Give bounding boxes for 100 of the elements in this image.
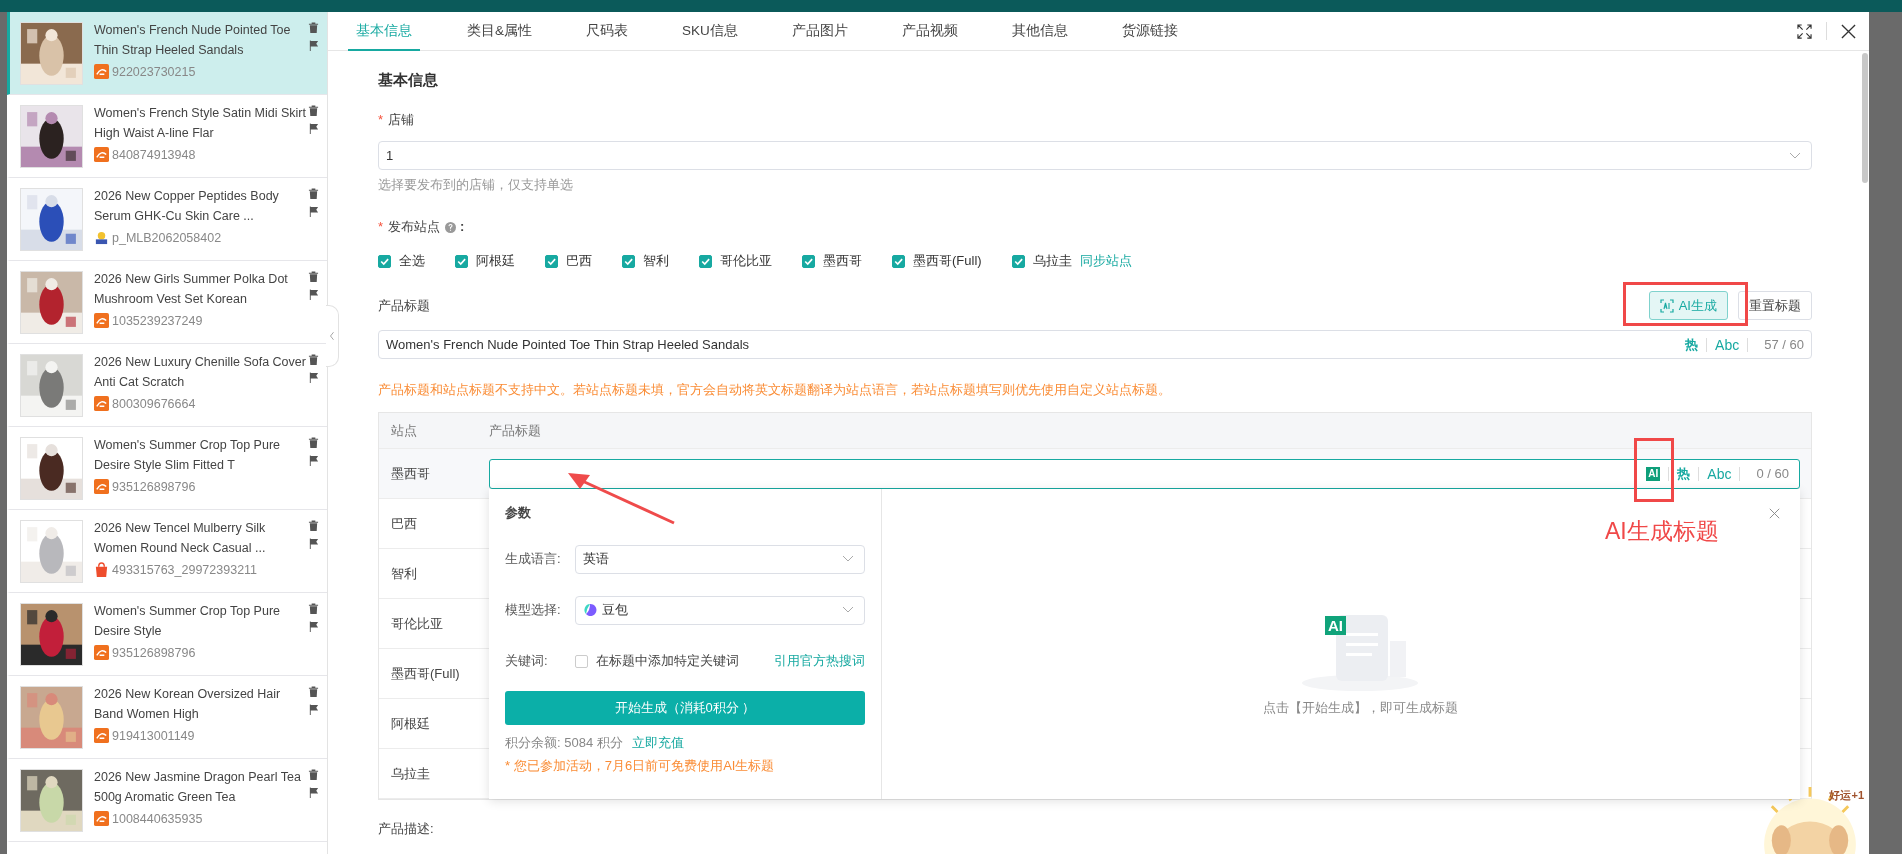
collapse-handle[interactable] — [326, 305, 339, 367]
flag-icon[interactable] — [308, 206, 319, 217]
tab[interactable]: SKU信息 — [675, 12, 745, 51]
product-list-item[interactable]: 2026 New Korean Oversized Hair Band Women High 919413001149 — [7, 676, 327, 759]
flag-icon[interactable] — [308, 455, 319, 466]
product-list-item[interactable]: Women's French Nude Pointed Toe Thin Strap Heeled Sandals 922023730215 — [7, 12, 327, 95]
flag-icon[interactable] — [308, 621, 319, 632]
required-mark: * — [378, 111, 384, 129]
tab[interactable]: 类目&属性 — [460, 12, 539, 51]
fullscreen-icon[interactable] — [1797, 23, 1812, 39]
trash-icon[interactable] — [308, 105, 319, 116]
table-cell-text: 阿根廷 — [390, 714, 431, 733]
trash-icon[interactable] — [308, 354, 319, 365]
field-label: 生成语言: — [505, 550, 562, 568]
sticker-text: 好运+1 — [1829, 788, 1864, 803]
label-colon: : — [460, 218, 465, 236]
product-list-item[interactable]: Women's Summer Crop Top Pure Desire Style Slim Fitted T 935126898796 — [7, 427, 327, 510]
product-id: 1035239237249 — [112, 313, 203, 328]
required-mark: * — [378, 218, 384, 236]
product-list-item[interactable]: 2026 New Luxury Chenille Sofa Cover Anti Cat Scratch 800309676664 — [7, 344, 327, 427]
ai-badge-icon: AI — [1325, 616, 1346, 635]
trash-icon[interactable] — [308, 686, 319, 697]
keyword-checkbox[interactable]: 在标题中添加特定关键词 — [575, 652, 739, 670]
reset-title-button[interactable]: 重置标题 — [1738, 291, 1812, 320]
site-checkbox[interactable]: 阿根廷 — [455, 252, 515, 270]
highlight-frame — [1634, 438, 1674, 502]
ai-scan-icon — [1659, 298, 1674, 313]
tab[interactable]: 产品视频 — [894, 12, 965, 51]
product-id: 919413001149 — [112, 728, 195, 743]
help-icon[interactable] — [445, 221, 457, 233]
trash-icon[interactable] — [308, 769, 319, 780]
swoosh-logo-icon — [94, 479, 109, 494]
trash-icon[interactable] — [308, 437, 319, 448]
flag-icon[interactable] — [308, 40, 319, 51]
tab[interactable]: 货源链接 — [1114, 12, 1185, 51]
swoosh-logo-icon — [94, 811, 109, 826]
annotation-text: AI生成标题 — [1605, 517, 1719, 546]
trash-icon[interactable] — [308, 603, 319, 614]
product-id: 800309676664 — [112, 396, 196, 411]
product-list-item[interactable]: 2026 New Jasmine Dragon Pearl Tea 500g Aromatic Green Tea 1008440635935 — [7, 759, 327, 842]
field-label: 店铺 — [388, 111, 415, 129]
site-checkbox[interactable]: 墨西哥 — [802, 252, 862, 270]
swoosh-logo-icon — [94, 645, 109, 660]
close-icon[interactable] — [1841, 23, 1856, 39]
product-id: 493315763_29972393211 — [112, 562, 258, 577]
flag-icon[interactable] — [308, 123, 319, 134]
swoosh-logo-icon — [94, 64, 109, 79]
trash-icon[interactable] — [308, 188, 319, 199]
table-cell-text: 墨西哥 — [390, 464, 431, 483]
flag-icon[interactable] — [308, 289, 319, 300]
flag-icon[interactable] — [308, 787, 319, 798]
chevron-down-icon — [842, 555, 854, 563]
tab[interactable]: 其他信息 — [1004, 12, 1075, 51]
product-title: 2026 New Tencel Mulberry Silk Women Round Neck Casual ... — [94, 520, 267, 557]
product-title: Women's French Style Satin Midi Skirt High Waist A-line Flar — [94, 105, 307, 142]
shopping-bag-icon — [94, 562, 109, 577]
site-checkbox[interactable]: 智利 — [622, 252, 669, 270]
model-select[interactable]: 豆包 — [575, 595, 865, 625]
field-label: 模型选择: — [505, 601, 562, 619]
swoosh-logo-icon — [94, 728, 109, 743]
tab[interactable]: 尺码表 — [579, 12, 635, 51]
site-checkbox[interactable]: 哥伦比亚 — [699, 252, 772, 270]
tab[interactable]: 产品图片 — [784, 12, 855, 51]
store-select[interactable]: 1 — [378, 141, 1812, 170]
flag-icon[interactable] — [308, 372, 319, 383]
table-cell-text: 巴西 — [390, 514, 418, 533]
product-id: 922023730215 — [112, 64, 196, 79]
trash-icon[interactable] — [308, 520, 319, 531]
swoosh-logo-icon — [94, 396, 109, 411]
product-list-item[interactable]: Women's Summer Crop Top Pure Desire Style 935126898796 — [7, 593, 327, 676]
table-cell-text: 哥伦比亚 — [390, 614, 444, 633]
site-checkbox[interactable]: 全选 — [378, 252, 425, 270]
product-list-item[interactable]: 2026 New Tencel Mulberry Silk Women Round Neck Casual ... 493315763_29972393211 — [7, 510, 327, 593]
field-label: 产品描述: — [378, 820, 435, 838]
table-cell-text: 智利 — [390, 564, 418, 583]
product-id: p_MLB2062058402 — [112, 230, 222, 245]
product-title: Women's Summer Crop Top Pure Desire Style — [94, 603, 282, 640]
promo-notice: * 您已参加活动，7月6日前可免费使用AI生标题 — [505, 757, 776, 775]
site-checkbox[interactable]: 乌拉圭 — [1011, 252, 1072, 270]
product-id: 935126898796 — [112, 479, 196, 494]
site-checkbox[interactable]: 墨西哥(Full) — [892, 252, 982, 270]
scrollbar[interactable] — [1862, 53, 1868, 183]
product-title: 2026 New Luxury Chenille Sofa Cover Anti Cat Scratch — [94, 354, 307, 391]
flag-icon[interactable] — [308, 704, 319, 715]
product-list-item[interactable]: Women's French Style Satin Midi Skirt High Waist A-line Flar 840874913948 — [7, 95, 327, 178]
section-title: 基本信息 — [378, 70, 439, 90]
product-title: Women's French Nude Pointed Toe Thin Strap Heeled Sandals — [94, 22, 292, 59]
trash-icon[interactable] — [308, 271, 319, 282]
table-cell-text: 墨西哥(Full) — [390, 664, 461, 683]
flag-icon[interactable] — [308, 538, 319, 549]
product-title: 2026 New Korean Oversized Hair Band Women High — [94, 686, 282, 723]
language-select[interactable]: 英语 — [575, 544, 865, 574]
column-header: 产品标题 — [489, 421, 541, 440]
warning-text: 产品标题和站点标题不支持中文。若站点标题未填，官方会自动将英文标题翻译为站点语言，若站点标题填写则优先使用自定义站点标题。 — [378, 382, 1172, 399]
product-title: Women's Summer Crop Top Pure Desire Style Slim Fitted T — [94, 437, 282, 474]
product-list-item[interactable]: 2026 New Girls Summer Polka Dot Mushroom Vest Set Korean 1035239237249 — [7, 261, 327, 344]
site-checkbox[interactable]: 巴西 — [545, 252, 592, 270]
product-list-item[interactable]: 2026 New Copper Peptides Body Serum GHK-Cu Skin Care ... p_MLB2062058402 — [7, 178, 327, 261]
product-title: 2026 New Jasmine Dragon Pearl Tea 500g Aromatic Green Tea — [94, 769, 302, 806]
trash-icon[interactable] — [308, 22, 319, 33]
